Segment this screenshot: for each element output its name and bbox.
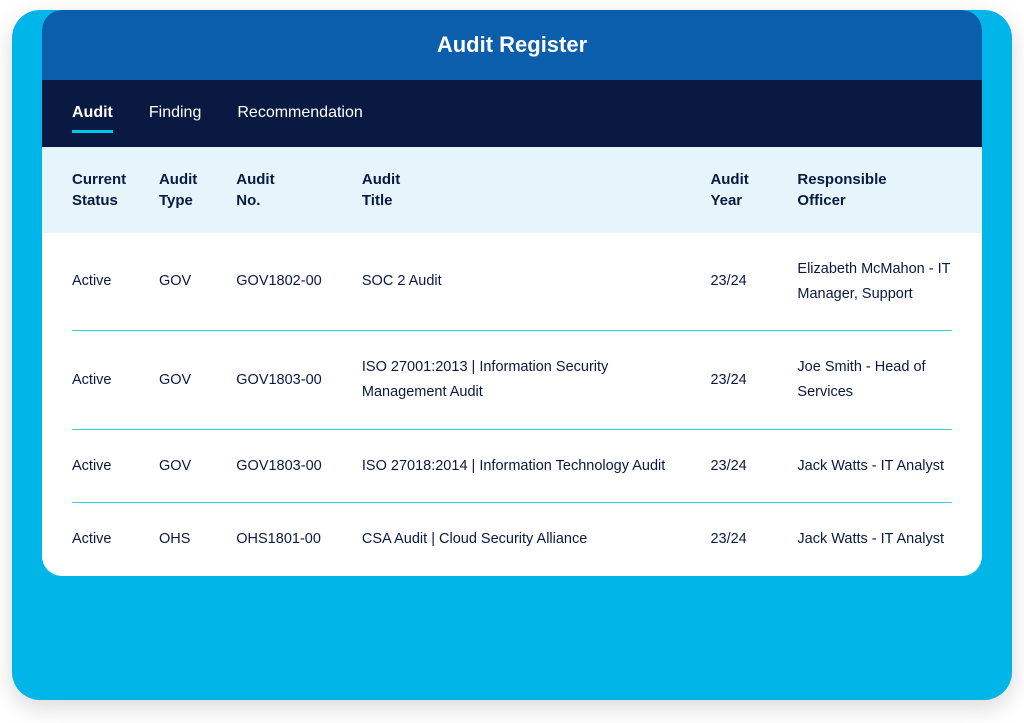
cell-officer: Jack Watts - IT Analyst xyxy=(797,454,952,479)
col-header-status: CurrentStatus xyxy=(72,169,159,211)
col-header-no: AuditNo. xyxy=(236,169,362,211)
table-header: CurrentStatus AuditType AuditNo. AuditTi… xyxy=(42,147,982,233)
cell-officer: Elizabeth McMahon - IT Manager, Support xyxy=(797,257,952,306)
tab-recommendation[interactable]: Recommendation xyxy=(237,104,362,133)
col-header-title: AuditTitle xyxy=(362,169,711,211)
cell-year: 23/24 xyxy=(710,269,797,294)
col-header-officer: ResponsibleOfficer xyxy=(797,169,952,211)
app-frame: Audit Register Audit Finding Recommendat… xyxy=(12,10,1012,700)
cell-type: GOV xyxy=(159,269,236,294)
cell-officer: Joe Smith - Head of Services xyxy=(797,355,952,404)
cell-no: GOV1802-00 xyxy=(236,269,362,294)
tab-audit[interactable]: Audit xyxy=(72,104,113,133)
cell-year: 23/24 xyxy=(710,454,797,479)
cell-title: SOC 2 Audit xyxy=(362,269,711,294)
register-card: Audit Register Audit Finding Recommendat… xyxy=(42,10,982,576)
cell-no: OHS1801-00 xyxy=(236,527,362,552)
cell-year: 23/24 xyxy=(710,368,797,393)
col-header-type: AuditType xyxy=(159,169,236,211)
col-header-year: AuditYear xyxy=(710,169,797,211)
table-body: Active GOV GOV1802-00 SOC 2 Audit 23/24 … xyxy=(42,233,982,576)
table-row[interactable]: Active GOV GOV1803-00 ISO 27001:2013 | I… xyxy=(42,331,982,428)
page-title: Audit Register xyxy=(42,10,982,80)
cell-title: CSA Audit | Cloud Security Alliance xyxy=(362,527,711,552)
cell-year: 23/24 xyxy=(710,527,797,552)
cell-status: Active xyxy=(72,368,159,393)
cell-title: ISO 27018:2014 | Information Technology … xyxy=(362,454,711,479)
cell-officer: Jack Watts - IT Analyst xyxy=(797,527,952,552)
table-row[interactable]: Active OHS OHS1801-00 CSA Audit | Cloud … xyxy=(42,503,982,576)
tab-finding[interactable]: Finding xyxy=(149,104,201,133)
cell-type: OHS xyxy=(159,527,236,552)
cell-type: GOV xyxy=(159,454,236,479)
cell-status: Active xyxy=(72,454,159,479)
table-row[interactable]: Active GOV GOV1803-00 ISO 27018:2014 | I… xyxy=(42,430,982,503)
cell-type: GOV xyxy=(159,368,236,393)
tabs: Audit Finding Recommendation xyxy=(42,80,982,147)
cell-status: Active xyxy=(72,269,159,294)
cell-title: ISO 27001:2013 | Information Security Ma… xyxy=(362,355,711,404)
cell-no: GOV1803-00 xyxy=(236,454,362,479)
cell-status: Active xyxy=(72,527,159,552)
cell-no: GOV1803-00 xyxy=(236,368,362,393)
table-row[interactable]: Active GOV GOV1802-00 SOC 2 Audit 23/24 … xyxy=(42,233,982,330)
